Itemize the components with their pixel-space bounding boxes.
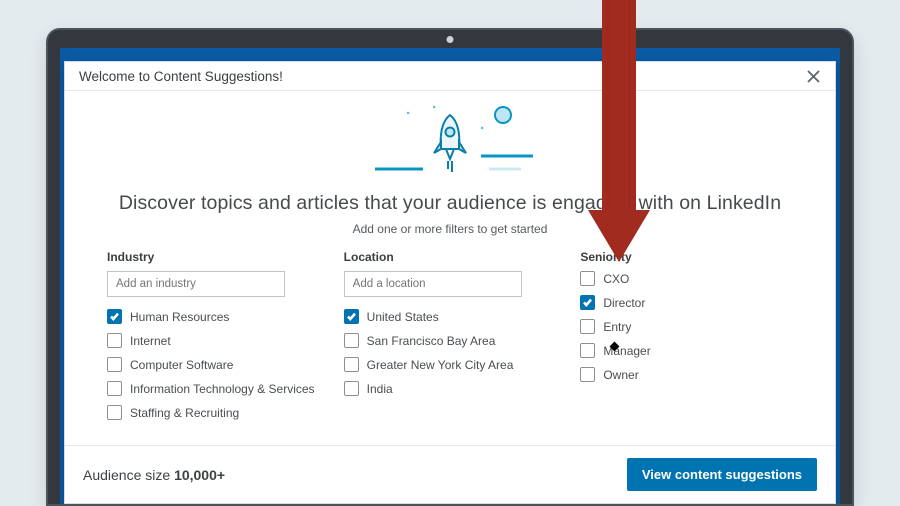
checkbox-icon[interactable] — [344, 333, 359, 348]
close-icon — [807, 70, 820, 83]
checkbox-icon[interactable] — [107, 381, 122, 396]
industry-option[interactable]: Human Resources — [107, 309, 320, 324]
dialog-header: Welcome to Content Suggestions! — [65, 62, 835, 91]
industry-option[interactable]: Staffing & Recruiting — [107, 405, 320, 420]
industry-input[interactable] — [107, 271, 285, 297]
checkbox-icon[interactable] — [107, 405, 122, 420]
filter-columns: Industry Human Resources Internet Computer… — [65, 250, 835, 429]
location-input[interactable] — [344, 271, 522, 297]
content-suggestions-dialog: Welcome to Content Suggestions! — [64, 61, 836, 504]
seniority-option[interactable]: CXO — [580, 271, 793, 286]
option-label: Internet — [130, 334, 171, 348]
option-label: Owner — [603, 368, 638, 382]
industry-option[interactable]: Computer Software — [107, 357, 320, 372]
industry-option[interactable]: Internet — [107, 333, 320, 348]
hero-section: Discover topics and articles that your a… — [65, 91, 835, 236]
location-option[interactable]: Greater New York City Area — [344, 357, 557, 372]
dialog-footer: Audience size 10,000+ View content sugge… — [65, 445, 835, 503]
option-label: Human Resources — [130, 310, 229, 324]
audience-value: 10,000+ — [174, 467, 225, 483]
location-column: Location United States San Francisco Bay … — [344, 250, 557, 429]
dialog-title: Welcome to Content Suggestions! — [79, 69, 283, 84]
audience-label: Audience size — [83, 467, 174, 483]
industry-column: Industry Human Resources Internet Computer… — [107, 250, 320, 429]
checkbox-icon[interactable] — [580, 295, 595, 310]
checkbox-icon[interactable] — [344, 357, 359, 372]
location-option[interactable]: San Francisco Bay Area — [344, 333, 557, 348]
screen-area: Welcome to Content Suggestions! — [60, 48, 840, 504]
rocket-illustration-icon — [335, 101, 565, 181]
checkbox-icon[interactable] — [580, 319, 595, 334]
checkbox-icon[interactable] — [580, 367, 595, 382]
option-label: Entry — [603, 320, 631, 334]
seniority-option[interactable]: Owner — [580, 367, 793, 382]
industry-option[interactable]: Information Technology & Services — [107, 381, 320, 396]
option-label: India — [367, 382, 393, 396]
subheadline: Add one or more filters to get started — [65, 222, 835, 236]
option-label: CXO — [603, 272, 629, 286]
audience-size: Audience size 10,000+ — [83, 467, 225, 483]
location-option[interactable]: India — [344, 381, 557, 396]
industry-title: Industry — [107, 250, 320, 264]
seniority-column: Seniority CXODirectorEntryManagerOwner — [580, 250, 793, 429]
location-option[interactable]: United States — [344, 309, 557, 324]
checkbox-icon[interactable] — [580, 271, 595, 286]
seniority-option[interactable]: Director — [580, 295, 793, 310]
seniority-title: Seniority — [580, 250, 793, 264]
option-label: San Francisco Bay Area — [367, 334, 496, 348]
checkbox-icon[interactable] — [580, 343, 595, 358]
seniority-option[interactable]: Entry — [580, 319, 793, 334]
checkbox-icon[interactable] — [107, 357, 122, 372]
checkbox-icon[interactable] — [107, 309, 122, 324]
option-label: Information Technology & Services — [130, 382, 315, 396]
option-label: Greater New York City Area — [367, 358, 514, 372]
option-label: Director — [603, 296, 645, 310]
headline: Discover topics and articles that your a… — [65, 192, 835, 215]
option-label: Computer Software — [130, 358, 233, 372]
close-button[interactable] — [805, 68, 821, 84]
view-content-suggestions-button[interactable]: View content suggestions — [627, 458, 817, 491]
monitor-frame: Welcome to Content Suggestions! — [46, 28, 854, 506]
checkbox-icon[interactable] — [344, 309, 359, 324]
option-label: United States — [367, 310, 439, 324]
checkbox-icon[interactable] — [107, 333, 122, 348]
camera-icon — [447, 36, 454, 43]
checkbox-icon[interactable] — [344, 381, 359, 396]
option-label: Staffing & Recruiting — [130, 406, 239, 420]
location-title: Location — [344, 250, 557, 264]
